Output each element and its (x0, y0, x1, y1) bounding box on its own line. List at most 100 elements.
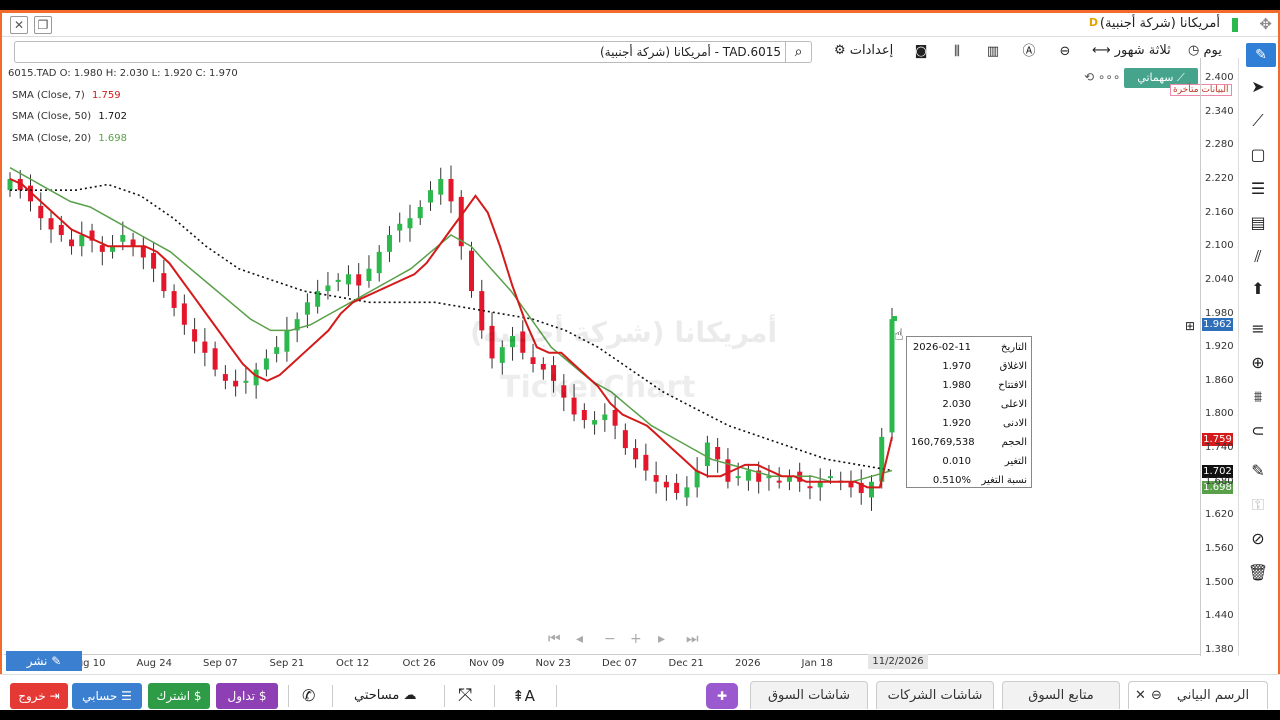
candle-body[interactable] (376, 251, 382, 274)
interval-selector[interactable]: يوم ◷ (1188, 43, 1222, 58)
settings-button[interactable]: إعدادات ⚙ (834, 43, 893, 58)
move-icon[interactable]: ✥ (1259, 15, 1272, 33)
rectangle-icon[interactable]: ▢ (1247, 144, 1269, 166)
candle-body[interactable] (868, 481, 874, 498)
candle-body[interactable] (427, 190, 433, 203)
arrow-up-icon[interactable]: ⬆ (1247, 278, 1269, 300)
candle-body[interactable] (222, 374, 228, 381)
pointer-icon[interactable]: ➤ (1247, 76, 1269, 98)
candle-body[interactable] (530, 357, 536, 364)
candle-body[interactable] (243, 380, 249, 383)
candle-body[interactable] (735, 476, 741, 479)
account-button[interactable]: حسابي ☰ (72, 683, 142, 709)
channel-icon[interactable]: ▤ (1247, 212, 1269, 234)
candle-body[interactable] (99, 245, 105, 252)
refresh-icon[interactable]: ⟲ (1084, 70, 1094, 84)
candle-body[interactable] (612, 409, 618, 426)
sma7-legend[interactable]: SMA (Close, 7) 1.759 (12, 90, 121, 101)
candle-body[interactable] (335, 279, 341, 282)
candle-body[interactable] (417, 206, 423, 219)
candle-body[interactable] (499, 347, 505, 363)
fibonacci-icon[interactable]: ☰ (1247, 178, 1269, 200)
paint-icon[interactable]: ✎ (1247, 460, 1269, 482)
lines-icon[interactable]: ⫽ (1247, 246, 1269, 268)
tab-pin-icon[interactable]: ⊖ (1151, 682, 1162, 710)
candle-body[interactable] (684, 487, 690, 498)
last-candle-marker[interactable] (892, 316, 897, 321)
candle-body[interactable] (540, 364, 546, 370)
candle-body[interactable] (304, 302, 310, 315)
more-icon[interactable]: ∘∘∘ (1098, 70, 1121, 84)
chart-options[interactable]: ⟲ ∘∘∘ (1084, 70, 1120, 84)
candle-body[interactable] (704, 442, 710, 467)
candle-body[interactable] (407, 218, 413, 229)
trendline-icon[interactable]: ⟋ (1247, 110, 1269, 132)
zoom-in-icon[interactable]: + (630, 631, 642, 647)
candle-body[interactable] (643, 454, 649, 471)
sma20-legend[interactable]: SMA (Close, 20) 1.698 (12, 133, 127, 144)
candle-body[interactable] (274, 347, 280, 354)
candle-body[interactable] (58, 224, 64, 236)
candle-body[interactable] (386, 235, 392, 252)
hide-icon[interactable]: ⊘ (1247, 528, 1269, 550)
candle-body[interactable] (79, 235, 85, 247)
candle-body[interactable] (38, 205, 44, 219)
fullscreen-icon[interactable]: ⤧ (458, 683, 472, 709)
candle-body[interactable] (192, 329, 198, 342)
last-icon[interactable]: ⏭ (686, 631, 699, 647)
tab-market-watch[interactable]: متابع السوق (1002, 681, 1120, 709)
tab-company-screens[interactable]: شاشات الشركات (876, 681, 994, 709)
candle-body[interactable] (633, 448, 639, 460)
trash-icon[interactable]: 🗑 (1247, 562, 1269, 584)
candle-body[interactable] (140, 246, 146, 258)
candle-body[interactable] (284, 330, 290, 352)
text-tool-icon[interactable]: ≡ (1247, 318, 1269, 340)
candle-body[interactable] (48, 218, 54, 230)
candle-body[interactable] (233, 380, 239, 387)
candle-body[interactable] (151, 252, 157, 269)
add-tab-button[interactable]: ✚ (706, 683, 738, 709)
candle-body[interactable] (694, 470, 700, 488)
candle-body[interactable] (448, 178, 454, 202)
candle-body[interactable] (469, 250, 475, 292)
zoom-out-icon[interactable]: − (604, 631, 616, 647)
publish-button[interactable]: نشر ✎ (6, 651, 82, 671)
phone-icon[interactable]: ✆ (302, 683, 315, 709)
sma50-legend[interactable]: SMA (Close, 50) 1.702 (12, 111, 127, 122)
candle-body[interactable] (653, 475, 659, 482)
first-icon[interactable]: ⏮ (548, 631, 561, 647)
magnet-icon[interactable]: ⊂ (1247, 420, 1269, 442)
zoom-icon[interactable]: ⊕ (1247, 352, 1269, 374)
candle-body[interactable] (345, 274, 351, 285)
candle-body[interactable] (202, 341, 208, 353)
candle-body[interactable] (592, 420, 598, 425)
candle-body[interactable] (745, 470, 751, 481)
tab-chart[interactable]: ✕ ⊖ الرسم البياني (1128, 681, 1268, 709)
candle-body[interactable] (120, 235, 126, 242)
price-axis[interactable]: 1.962 1.759 1.702 1.698 2.400 2.340 2.280 2… (1200, 58, 1236, 656)
candle-body[interactable] (663, 481, 669, 488)
candle-body[interactable] (161, 273, 167, 292)
candle-body[interactable] (622, 430, 628, 449)
restore-icon[interactable]: ❐ (34, 16, 52, 34)
measure-icon[interactable]: ⩩ (1247, 386, 1269, 408)
subscribe-button[interactable]: اشترك $ (148, 683, 210, 709)
candle-body[interactable] (776, 480, 782, 483)
crosshair-plus-icon[interactable]: ⊞ (1185, 319, 1195, 333)
candle-body[interactable] (263, 358, 269, 370)
candle-body[interactable] (715, 446, 721, 460)
candle-body[interactable] (171, 291, 177, 308)
candle-body[interactable] (356, 274, 362, 286)
close-icon[interactable]: ✕ (10, 16, 28, 34)
candle-body[interactable] (807, 486, 813, 489)
candle-body[interactable] (458, 196, 464, 247)
candle-body[interactable] (397, 223, 403, 231)
candle-body[interactable] (438, 178, 444, 195)
exit-button[interactable]: خروج ⇥ (10, 683, 68, 709)
font-size-icon[interactable]: ⇞A (512, 683, 535, 709)
tab-market-screens[interactable]: شاشات السوق (750, 681, 868, 709)
candle-body[interactable] (325, 285, 331, 292)
candle-body[interactable] (581, 409, 587, 421)
tab-close-icon[interactable]: ✕ (1135, 682, 1146, 710)
time-axis[interactable]: Aug 10 Aug 24 Sep 07 Sep 21 Oct 12 Oct 26 Nov … (4, 654, 1200, 670)
